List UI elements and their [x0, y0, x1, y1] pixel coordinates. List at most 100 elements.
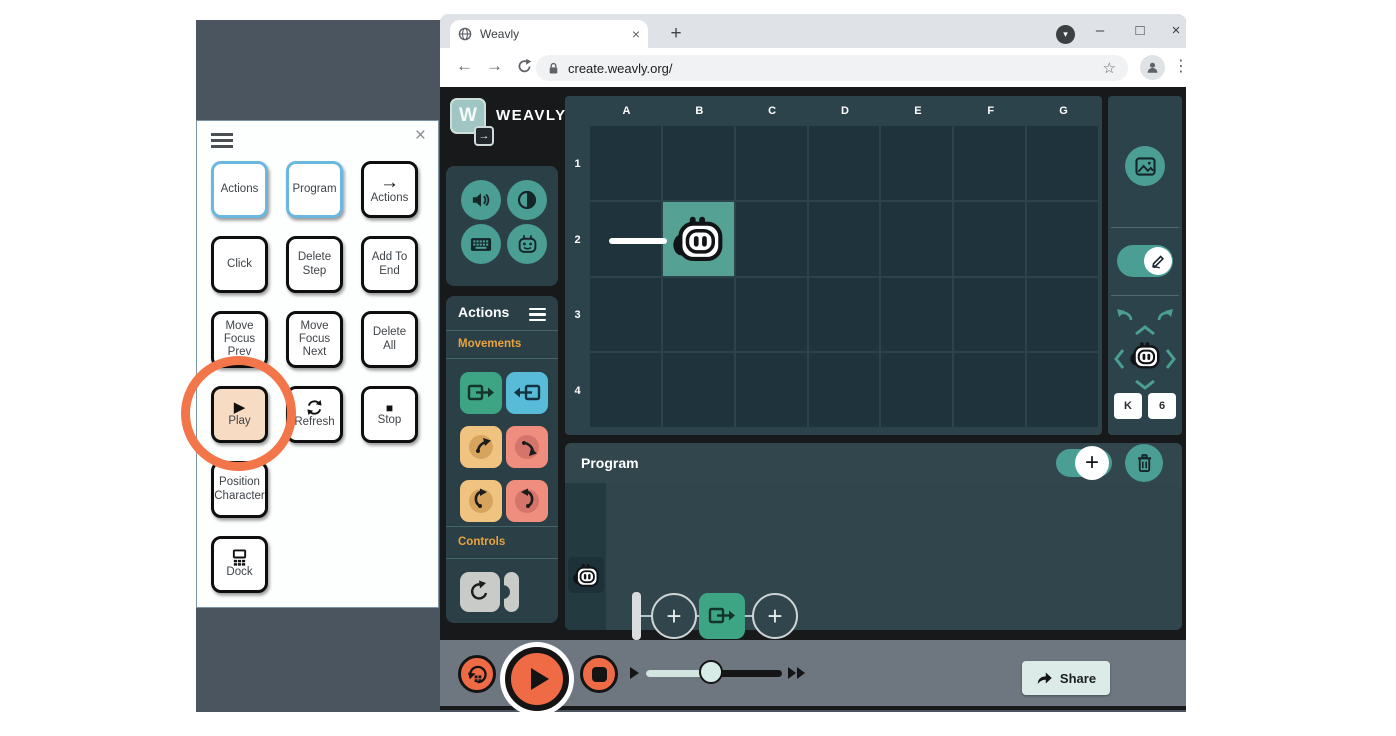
back-icon[interactable]: ←: [456, 56, 473, 76]
reload-icon[interactable]: [516, 58, 533, 75]
redo-turn-right-icon[interactable]: [1157, 308, 1174, 322]
palette-menu-icon[interactable]: [529, 308, 546, 324]
grid-cell-E2: [881, 202, 952, 276]
lock-icon: [548, 62, 559, 75]
robot-face-icon: [517, 234, 538, 254]
overlay-actions-button[interactable]: Actions: [211, 161, 268, 218]
turn-right-45-block[interactable]: [506, 426, 548, 468]
overlay-delete-step-button[interactable]: Delete Step: [286, 236, 343, 293]
url-text[interactable]: create.weavly.org/: [568, 61, 1094, 76]
move-left-chevron-icon[interactable]: [1114, 348, 1125, 370]
address-bar[interactable]: create.weavly.org/ ☆: [536, 55, 1128, 81]
grid-row-label-3: 3: [565, 278, 590, 354]
browser-menu-icon[interactable]: ⋮: [1173, 56, 1189, 76]
move-forward-block[interactable]: [460, 372, 502, 414]
window-minimize-button[interactable]: –: [1084, 14, 1116, 46]
program-character-tile[interactable]: [568, 557, 604, 593]
loop-end-block[interactable]: [504, 572, 519, 612]
new-tab-button[interactable]: +: [662, 20, 690, 48]
actions-palette: Actions Movements: [446, 296, 558, 623]
profile-avatar[interactable]: [1140, 55, 1165, 80]
picture-icon: [1135, 157, 1156, 176]
turn-right-90-block[interactable]: [506, 480, 548, 522]
button-label: Add To End: [366, 251, 413, 277]
speed-slider-handle[interactable]: [699, 660, 723, 684]
window-close-button[interactable]: ×: [1160, 14, 1192, 46]
grid-cell-D1: [809, 126, 880, 200]
turn-right-45-icon: [514, 434, 540, 460]
grid-cell-E1: [881, 126, 952, 200]
button-label: Actions: [371, 192, 409, 205]
backward-arrow-icon: [513, 383, 541, 403]
grid-cell-C1: [736, 126, 807, 200]
grid-cell-F2: [954, 202, 1025, 276]
keyboard-shortcuts-button[interactable]: [461, 224, 501, 264]
overlay-dock-button[interactable]: Dock: [211, 536, 268, 593]
character-sounds-button[interactable]: [507, 224, 547, 264]
overlay-close-icon[interactable]: ×: [415, 125, 426, 147]
move-up-chevron-icon[interactable]: [1134, 325, 1156, 336]
share-button[interactable]: Share: [1022, 661, 1110, 695]
sequence-start-marker[interactable]: [632, 592, 641, 640]
position-column-button[interactable]: K: [1114, 393, 1142, 419]
turn-left-45-block[interactable]: [460, 426, 502, 468]
overlay-stop-button[interactable]: ■ Stop: [361, 386, 418, 443]
overlay-move-focus-next-button[interactable]: Move Focus Next: [286, 311, 343, 368]
stop-button[interactable]: [580, 655, 618, 693]
sound-toggle-button[interactable]: [461, 180, 501, 220]
weavly-robot-glyph: [1129, 341, 1161, 370]
globe-icon: [458, 27, 472, 41]
program-forward-step[interactable]: [699, 593, 745, 639]
scene-background-button[interactable]: [1125, 146, 1165, 186]
grid-row-label-4: 4: [565, 353, 590, 429]
add-node-knob[interactable]: +: [1075, 446, 1109, 480]
turn-left-45-icon: [468, 434, 494, 460]
move-down-chevron-icon[interactable]: [1134, 379, 1156, 390]
grid-cell-A4: [590, 353, 661, 427]
position-row-button[interactable]: 6: [1148, 393, 1176, 419]
grid-cell-C4: [736, 353, 807, 427]
delete-program-button[interactable]: [1125, 444, 1163, 482]
contrast-toggle-button[interactable]: [507, 180, 547, 220]
grid-row-label-2: 2: [565, 202, 590, 278]
grid-cell-F1: [954, 126, 1025, 200]
overlay-click-button[interactable]: Click: [211, 236, 268, 293]
overlay-menu-icon[interactable]: [211, 133, 233, 151]
forward-icon[interactable]: →: [486, 56, 503, 76]
add-step-button-1[interactable]: +: [651, 593, 697, 639]
weavly-robot-glyph: [572, 563, 600, 588]
add-step-button-2[interactable]: +: [752, 593, 798, 639]
grid-column-label-F: F: [954, 96, 1027, 126]
pen-toggle[interactable]: [1117, 245, 1173, 277]
turn-right-90-icon: [514, 488, 540, 514]
grid-column-label-B: B: [663, 96, 736, 126]
overlay-delete-all-button[interactable]: Delete All: [361, 311, 418, 368]
browser-update-icon[interactable]: ▾: [1056, 25, 1075, 44]
replay-button[interactable]: [458, 655, 496, 693]
screenshot-root: Weavly × + ▾ – □ × ← → create.: [0, 0, 1396, 736]
button-label: Delete Step: [291, 251, 338, 277]
play-button[interactable]: [505, 647, 569, 711]
grid-column-label-D: D: [809, 96, 882, 126]
overlay-program-button[interactable]: Program: [286, 161, 343, 218]
bookmark-star-icon[interactable]: ☆: [1103, 59, 1116, 77]
chevron-down-icon: ▾: [1063, 29, 1068, 40]
undo-turn-left-icon[interactable]: [1116, 308, 1133, 322]
grid-cell-A1: [590, 126, 661, 200]
grid-cells: [590, 126, 1098, 427]
loop-block[interactable]: [460, 572, 500, 612]
overlay-add-to-end-button[interactable]: Add To End: [361, 236, 418, 293]
audio-settings-panel: [446, 166, 558, 286]
button-label: Position Character: [214, 476, 265, 502]
move-right-chevron-icon[interactable]: [1165, 348, 1176, 370]
window-maximize-button[interactable]: □: [1124, 14, 1156, 46]
character-robot-icon: [671, 215, 725, 263]
browser-toolbar: ← → create.weavly.org/ ☆ ⋮: [440, 48, 1186, 87]
stop-icon: ■: [386, 402, 393, 414]
tab-close-icon[interactable]: ×: [632, 26, 640, 42]
overlay-goto-actions-button[interactable]: → Actions: [361, 161, 418, 218]
tab-title: Weavly: [480, 27, 624, 41]
move-backward-block[interactable]: [506, 372, 548, 414]
turn-left-90-block[interactable]: [460, 480, 502, 522]
browser-tab[interactable]: Weavly ×: [450, 20, 648, 48]
